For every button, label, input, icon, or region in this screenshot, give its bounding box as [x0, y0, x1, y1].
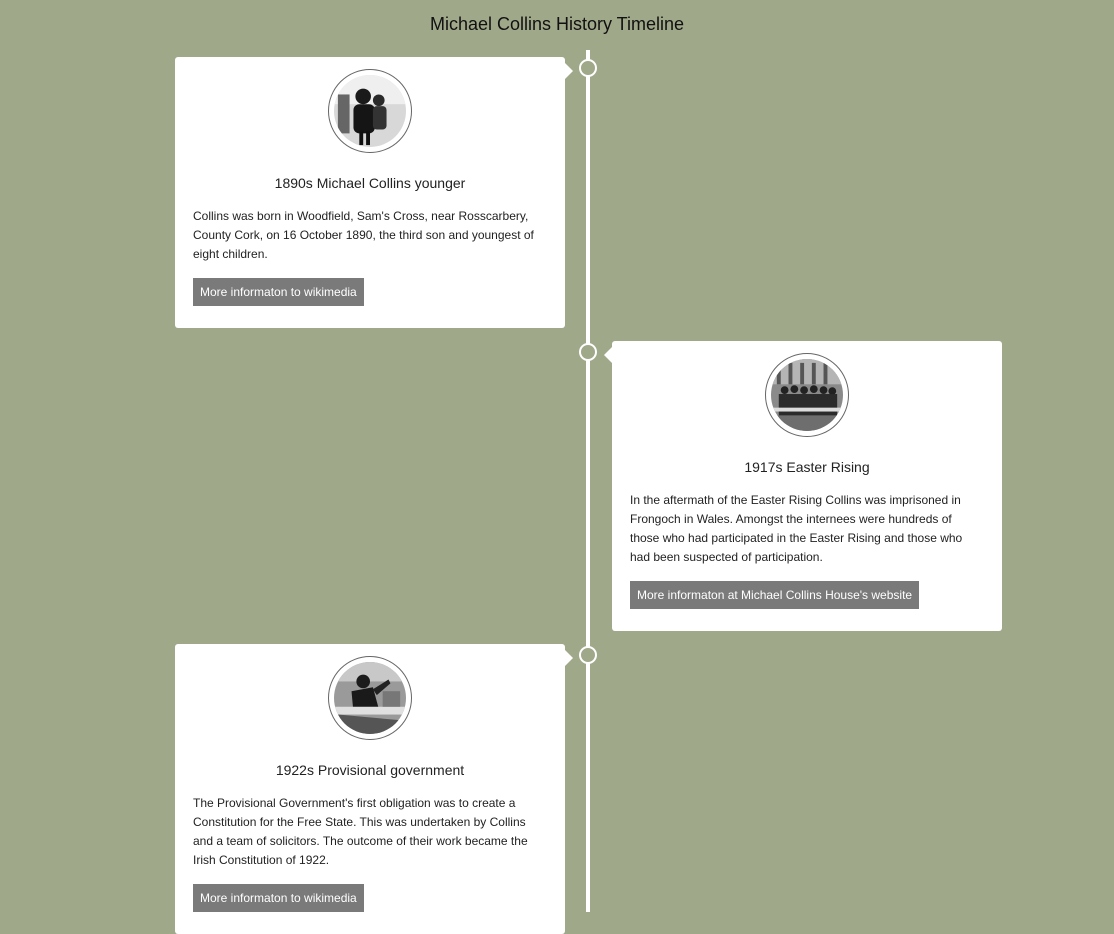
portrait-photo-icon [334, 75, 406, 147]
event-title: 1917s Easter Rising [744, 459, 870, 475]
event-title: 1922s Provisional government [275, 762, 465, 778]
timeline-node [579, 343, 597, 361]
timeline-card: 1890s Michael Collins younger Collins wa… [175, 57, 573, 328]
page-title: Michael Collins History Timeline [429, 14, 685, 34]
event-title: 1890s Michael Collins younger [274, 175, 466, 191]
event-description: The Provisional Government's first oblig… [193, 796, 528, 867]
timeline-card: 1917s Easter Rising In the aftermath of … [604, 341, 1002, 631]
timeline-line [586, 50, 590, 912]
event-photo [328, 656, 412, 740]
more-info-button[interactable]: More informaton to wikimedia [193, 884, 364, 912]
event-description: Collins was born in Woodfield, Sam's Cro… [193, 209, 534, 261]
timeline-node [579, 59, 597, 77]
event-photo [765, 353, 849, 437]
speech-photo-icon [334, 662, 406, 734]
timeline-card: 1922s Provisional government The Provisi… [175, 644, 573, 934]
group-photo-icon [771, 359, 843, 431]
more-info-button[interactable]: More informaton to wikimedia [193, 278, 364, 306]
event-photo [328, 69, 412, 153]
timeline-node [579, 646, 597, 664]
more-info-button[interactable]: More informaton at Michael Collins House… [630, 581, 920, 609]
event-description: In the aftermath of the Easter Rising Co… [630, 493, 963, 564]
